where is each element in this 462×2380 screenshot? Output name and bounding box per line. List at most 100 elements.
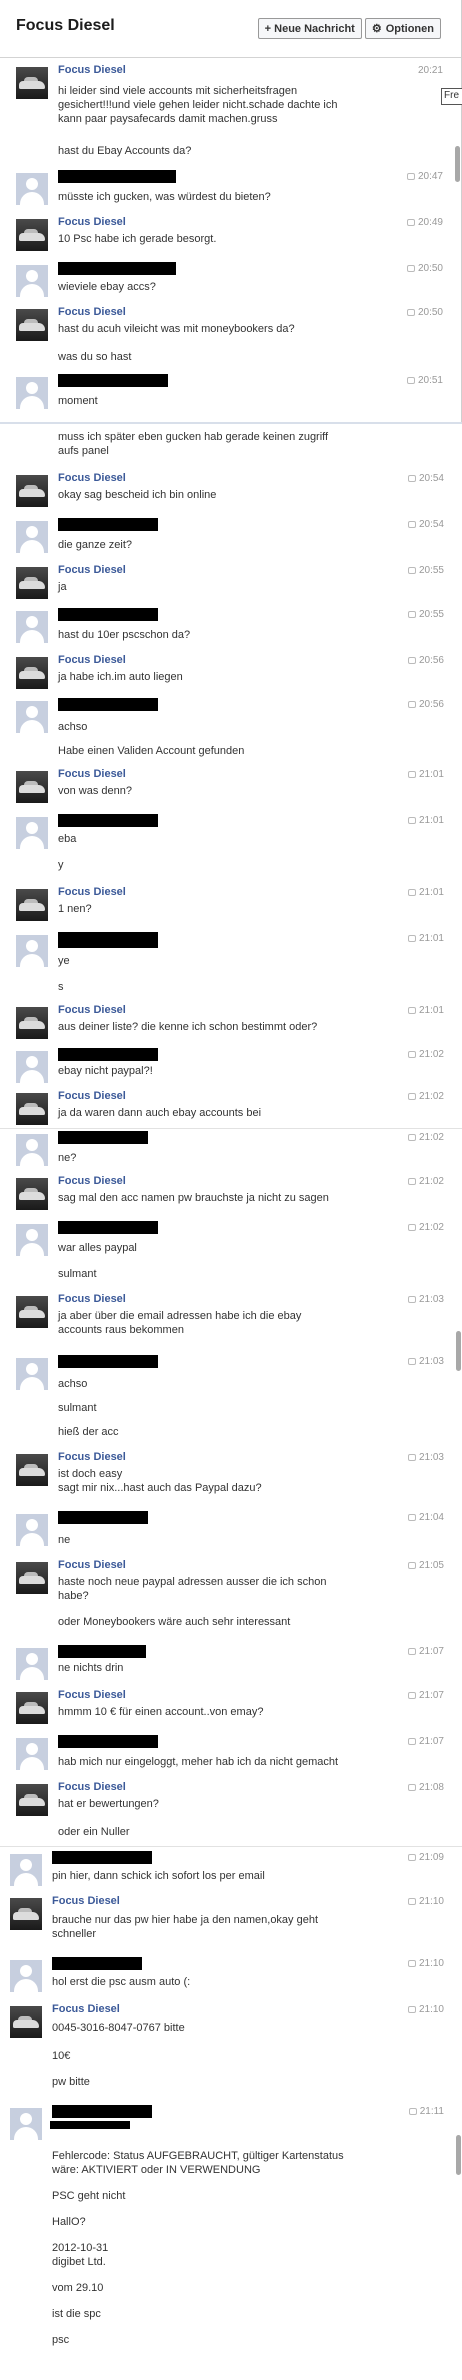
avatar[interactable] [16, 1784, 48, 1816]
message-text: ne [58, 1534, 71, 1546]
options-button[interactable]: ⚙ Optionen [364, 18, 441, 39]
redacted-name [58, 1221, 158, 1234]
message-text: oder Moneybookers wäre auch sehr interes… [58, 1616, 291, 1628]
avatar[interactable] [16, 1738, 48, 1770]
scrollbar[interactable] [455, 146, 460, 182]
message-text: brauche nur das pw hier habe ja den name… [52, 1914, 319, 1926]
message-item: 20:50 wieviele ebay accs? [16, 262, 447, 302]
message-text: hast du acuh vileicht was mit moneybooke… [58, 323, 295, 335]
sender-name[interactable]: Focus Diesel [58, 1004, 126, 1016]
message-text: HallO? [52, 2216, 86, 2228]
message-item: Focus Diesel 20:56 ja habe ich.im auto l… [16, 654, 448, 694]
avatar[interactable] [10, 1854, 42, 1886]
sender-name[interactable]: Focus Diesel [58, 64, 126, 76]
avatar[interactable] [16, 219, 48, 251]
new-message-button[interactable]: + Neue Nachricht [257, 18, 362, 39]
chat-icon [407, 1854, 416, 1861]
timestamp: 21:03 [407, 1294, 444, 1305]
avatar[interactable] [10, 2108, 42, 2140]
avatar[interactable] [16, 1692, 48, 1724]
avatar[interactable] [16, 377, 48, 409]
message-item: Focus Diesel 21:05 haste noch neue paypa… [16, 1559, 448, 1639]
avatar[interactable] [16, 701, 48, 733]
avatar[interactable] [16, 173, 48, 205]
message-text: achso [58, 1378, 88, 1390]
message-item: Focus Diesel 21:03 ja aber über die emai… [16, 1293, 448, 1336]
redacted-name [58, 932, 158, 948]
avatar[interactable] [16, 567, 48, 599]
avatar[interactable] [16, 309, 48, 341]
sender-name[interactable]: Focus Diesel [58, 1175, 126, 1187]
avatar[interactable] [16, 1454, 48, 1486]
redacted-text [50, 2121, 130, 2129]
sender-name[interactable]: Focus Diesel [52, 2003, 120, 2015]
chat-icon [407, 567, 416, 574]
message-item: 21:07 ne nichts drin [16, 1645, 448, 1685]
avatar[interactable] [16, 611, 48, 643]
gear-icon: ⚙ [371, 23, 382, 35]
chat-icon [407, 1224, 416, 1231]
chat-header: Focus Diesel + Neue Nachricht ⚙ Optionen [0, 0, 461, 58]
timestamp: 21:02 [407, 1091, 444, 1102]
avatar[interactable] [16, 475, 48, 507]
sender-name[interactable]: Focus Diesel [58, 654, 126, 666]
avatar[interactable] [16, 657, 48, 689]
message-text: ist doch easy [58, 1468, 123, 1480]
avatar[interactable] [16, 265, 48, 297]
timestamp: 20:47 [406, 171, 443, 182]
sender-name[interactable]: Focus Diesel [58, 1451, 126, 1463]
avatar[interactable] [16, 817, 48, 849]
avatar[interactable] [16, 67, 48, 99]
avatar[interactable] [16, 1648, 48, 1680]
sender-name[interactable]: Focus Diesel [58, 768, 126, 780]
avatar[interactable] [16, 1562, 48, 1594]
timestamp: 21:05 [407, 1560, 444, 1571]
sender-name[interactable]: Focus Diesel [58, 1090, 126, 1102]
sender-name[interactable]: Focus Diesel [58, 886, 126, 898]
timestamp: 21:02 [407, 1222, 444, 1233]
sender-name[interactable]: Focus Diesel [58, 1689, 126, 1701]
message-text: hmmm 10 € für einen account..von emay? [58, 1706, 264, 1718]
avatar[interactable] [16, 771, 48, 803]
sender-name[interactable]: Focus Diesel [58, 1559, 126, 1571]
timestamp: 20:50 [406, 263, 443, 274]
avatar[interactable] [16, 1358, 48, 1390]
sender-name[interactable]: Focus Diesel [52, 1895, 120, 1907]
avatar[interactable] [10, 1898, 42, 1930]
timestamp: 21:01 [407, 769, 444, 780]
avatar[interactable] [10, 2006, 42, 2038]
scrollbar[interactable] [456, 2135, 461, 2175]
sender-name[interactable]: Focus Diesel [58, 306, 126, 318]
avatar[interactable] [16, 935, 48, 967]
sender-name[interactable]: Focus Diesel [58, 1293, 126, 1305]
avatar[interactable] [16, 1296, 48, 1328]
message-item: 20:47 müsste ich gucken, was würdest du … [16, 170, 447, 210]
avatar[interactable] [16, 1514, 48, 1546]
message-text: ebay nicht paypal?! [58, 1065, 153, 1077]
sender-name[interactable]: Focus Diesel [58, 1781, 126, 1793]
avatar[interactable] [16, 1007, 48, 1039]
redacted-name [58, 698, 158, 711]
avatar[interactable] [16, 1134, 48, 1166]
redacted-name [58, 1645, 146, 1658]
sender-name[interactable]: Focus Diesel [58, 472, 126, 484]
message-item: 20:54 die ganze zeit? [16, 518, 448, 558]
message-text: kann paar paysafecards damit machen.grus… [58, 113, 278, 125]
chat-icon [407, 1514, 416, 1521]
message-text: hab mich nur eingeloggt, meher hab ich d… [58, 1756, 339, 1768]
chat-icon [407, 1960, 416, 1967]
scrollbar[interactable] [456, 1331, 461, 1371]
avatar[interactable] [16, 1178, 48, 1210]
sender-name[interactable]: Focus Diesel [58, 216, 126, 228]
avatar[interactable] [16, 1093, 48, 1125]
avatar[interactable] [16, 1224, 48, 1256]
message-item: 21:10 hol erst die psc ausm auto (: [10, 1957, 448, 1997]
avatar[interactable] [16, 889, 48, 921]
redacted-name [58, 518, 158, 531]
message-item: Focus Diesel 21:03 ist doch easy sagt mi… [16, 1451, 448, 1494]
avatar[interactable] [16, 521, 48, 553]
avatar[interactable] [16, 1051, 48, 1083]
sender-name[interactable]: Focus Diesel [58, 564, 126, 576]
avatar[interactable] [10, 1960, 42, 1992]
message-text: s [58, 981, 64, 993]
